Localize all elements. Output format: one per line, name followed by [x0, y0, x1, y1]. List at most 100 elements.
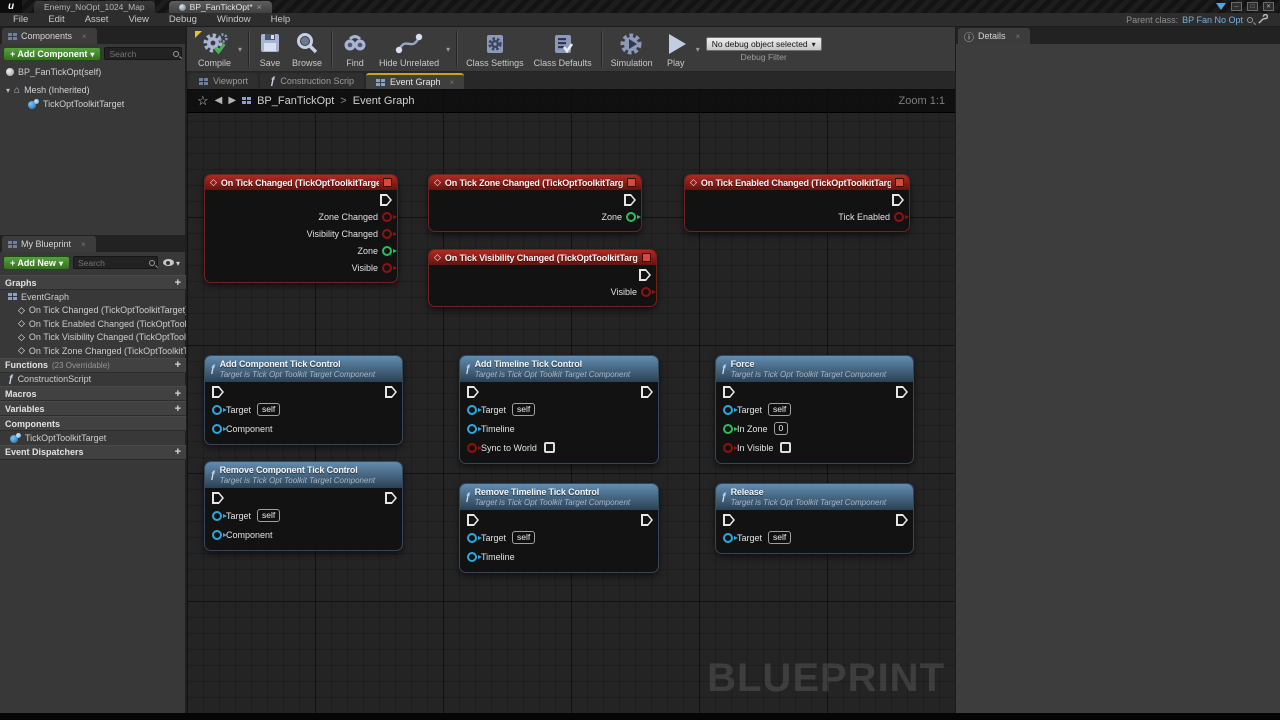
hide-unrelated-button[interactable]: Hide Unrelated — [374, 28, 444, 70]
node-release[interactable]: Release Target is Tick Opt Toolkit Targe… — [715, 483, 914, 554]
class-defaults-button[interactable]: Class Defaults — [529, 28, 597, 70]
expander-icon[interactable] — [6, 85, 10, 95]
delegate-pin[interactable] — [895, 178, 904, 187]
add-new-button[interactable]: + Add New — [3, 256, 70, 270]
exec-out-pin[interactable] — [385, 386, 397, 398]
node-header[interactable]: Add Component Tick Control Target is Tic… — [205, 356, 402, 382]
browse-button[interactable]: Browse — [287, 28, 327, 70]
close-window-button[interactable]: ✕ — [1263, 2, 1274, 11]
tree-item-target[interactable]: TickOptToolkitTarget — [0, 97, 185, 111]
bool-out-pin[interactable] — [382, 212, 392, 222]
forward-icon[interactable] — [228, 95, 236, 106]
node-header[interactable]: On Tick Changed (TickOptToolkitTarget) — [205, 175, 397, 190]
node-remove-timeline-tick-control[interactable]: Remove Timeline Tick Control Target is T… — [459, 483, 659, 573]
asset-tab-map[interactable]: Enemy_NoOpt_1024_Map — [34, 1, 155, 13]
target-value[interactable]: self — [512, 403, 535, 416]
node-header[interactable]: On Tick Zone Changed (TickOptToolkitTarg… — [429, 175, 641, 190]
object-in-pin[interactable] — [212, 530, 222, 540]
compile-button[interactable]: Compile — [193, 28, 236, 70]
node-header[interactable]: Release Target is Tick Opt Toolkit Targe… — [716, 484, 913, 510]
macros-header[interactable]: Macros — [0, 386, 186, 401]
target-value[interactable]: self — [512, 531, 535, 544]
object-in-pin[interactable] — [212, 405, 222, 415]
node-header[interactable]: On Tick Visibility Changed (TickOptToolk… — [429, 250, 656, 265]
bool-in-pin[interactable] — [467, 443, 477, 453]
node-on-tick-visibility-changed[interactable]: On Tick Visibility Changed (TickOptToolk… — [428, 249, 657, 307]
debug-object-dropdown[interactable]: No debug object selected — [706, 37, 822, 51]
dropdown-arrow-icon[interactable] — [1216, 3, 1226, 10]
components-section-header[interactable]: Components — [0, 416, 186, 431]
object-in-pin[interactable] — [723, 533, 733, 543]
exec-in-pin[interactable] — [212, 492, 224, 504]
breadcrumb-current[interactable]: Event Graph — [353, 95, 415, 107]
exec-in-pin[interactable] — [723, 386, 735, 398]
event-dispatchers-header[interactable]: Event Dispatchers — [0, 445, 186, 460]
exec-out-pin[interactable] — [380, 194, 392, 206]
object-in-pin[interactable] — [467, 424, 477, 434]
add-dispatcher-icon[interactable] — [175, 446, 181, 458]
breadcrumb-root[interactable]: BP_FanTickOpt — [257, 95, 334, 107]
menu-view[interactable]: View — [119, 13, 157, 26]
node-on-tick-changed[interactable]: On Tick Changed (TickOptToolkitTarget) Z… — [204, 174, 398, 283]
menu-edit[interactable]: Edit — [39, 13, 73, 26]
node-remove-component-tick-control[interactable]: Remove Component Tick Control Target is … — [204, 461, 403, 551]
in-visible-checkbox[interactable] — [780, 442, 791, 453]
tab-construction-script[interactable]: Construction Scrip — [260, 73, 364, 89]
menu-window[interactable]: Window — [208, 13, 260, 26]
int-out-pin[interactable] — [382, 246, 392, 256]
bool-in-pin[interactable] — [723, 443, 733, 453]
parent-class-link[interactable]: BP Fan No Opt — [1182, 15, 1243, 25]
bool-out-pin[interactable] — [641, 287, 651, 297]
object-in-pin[interactable] — [467, 552, 477, 562]
simulation-button[interactable]: Simulation — [606, 28, 658, 70]
class-settings-button[interactable]: Class Settings — [461, 28, 529, 70]
object-in-pin[interactable] — [467, 533, 477, 543]
node-force[interactable]: Force Target is Tick Opt Toolkit Target … — [715, 355, 914, 464]
exec-out-pin[interactable] — [641, 386, 653, 398]
play-button[interactable]: Play — [658, 28, 694, 70]
list-item-event[interactable]: On Tick Zone Changed (TickOptToolkitTa — [0, 344, 186, 358]
object-in-pin[interactable] — [467, 405, 477, 415]
exec-out-pin[interactable] — [639, 269, 651, 281]
event-graph-canvas[interactable]: BP_FanTickOpt > Event Graph Zoom 1:1 On … — [187, 89, 955, 713]
int-in-pin[interactable] — [723, 424, 733, 434]
object-in-pin[interactable] — [212, 424, 222, 434]
exec-in-pin[interactable] — [467, 386, 479, 398]
asset-tab-blueprint[interactable]: BP_FanTickOpt* — [169, 1, 272, 13]
node-add-timeline-tick-control[interactable]: Add Timeline Tick Control Target is Tick… — [459, 355, 659, 464]
close-icon[interactable]: × — [82, 32, 87, 41]
exec-out-pin[interactable] — [385, 492, 397, 504]
menu-help[interactable]: Help — [262, 13, 300, 26]
object-in-pin[interactable] — [212, 511, 222, 521]
exec-out-pin[interactable] — [641, 514, 653, 526]
list-item-construction-script[interactable]: ConstructionScript — [0, 373, 186, 387]
minimize-button[interactable]: ─ — [1231, 2, 1242, 11]
target-value[interactable]: self — [768, 403, 791, 416]
functions-header[interactable]: Functions (23 Overridable) — [0, 358, 186, 373]
list-item-event[interactable]: On Tick Enabled Changed (TickOptToolki — [0, 317, 186, 331]
bool-out-pin[interactable] — [382, 263, 392, 273]
compile-options-icon[interactable] — [236, 45, 244, 54]
my-blueprint-search-input[interactable] — [73, 256, 158, 269]
target-value[interactable]: self — [768, 531, 791, 544]
tab-details[interactable]: Details × — [958, 28, 1030, 44]
node-header[interactable]: Add Timeline Tick Control Target is Tick… — [460, 356, 658, 382]
in-zone-value[interactable]: 0 — [774, 422, 789, 435]
list-item-event[interactable]: On Tick Changed (TickOptToolkitTarget) — [0, 304, 186, 318]
add-variable-icon[interactable] — [175, 403, 181, 415]
tab-my-blueprint[interactable]: My Blueprint × — [2, 236, 96, 252]
list-item-event[interactable]: On Tick Visibility Changed (TickOptToolk… — [0, 331, 186, 345]
target-value[interactable]: self — [257, 403, 280, 416]
tree-item-root[interactable]: BP_FanTickOpt(self) — [0, 65, 185, 79]
tree-item-mesh[interactable]: Mesh (Inherited) — [0, 83, 185, 97]
add-function-icon[interactable] — [175, 359, 181, 371]
exec-in-pin[interactable] — [212, 386, 224, 398]
node-on-tick-zone-changed[interactable]: On Tick Zone Changed (TickOptToolkitTarg… — [428, 174, 642, 232]
exec-out-pin[interactable] — [892, 194, 904, 206]
exec-out-pin[interactable] — [624, 194, 636, 206]
close-icon[interactable]: × — [1016, 32, 1021, 41]
tab-components[interactable]: Components × — [2, 28, 97, 44]
node-add-component-tick-control[interactable]: Add Component Tick Control Target is Tic… — [204, 355, 403, 445]
play-options-icon[interactable] — [694, 45, 702, 54]
node-header[interactable]: Remove Timeline Tick Control Target is T… — [460, 484, 658, 510]
